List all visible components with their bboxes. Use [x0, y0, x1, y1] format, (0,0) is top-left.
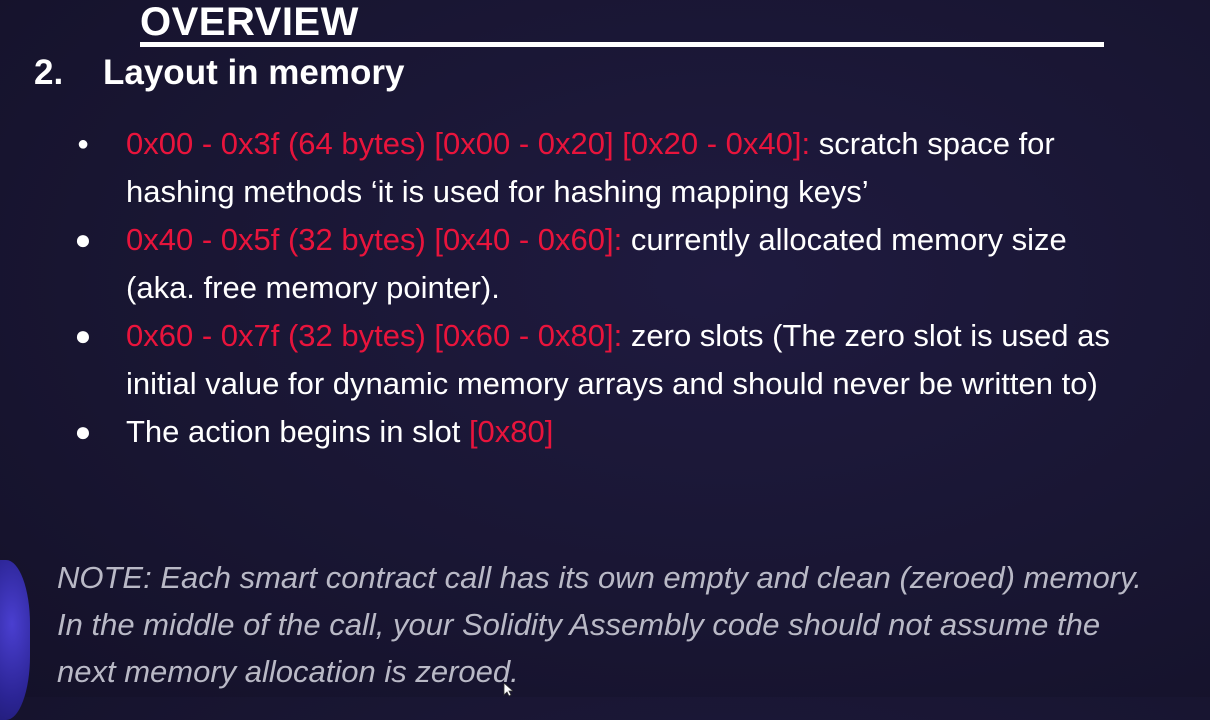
bullet-text: The action begins in slot — [126, 414, 469, 449]
bullet-item-action-begins: ● The action begins in slot [0x80] — [0, 408, 1136, 456]
bullet-highlight: 0x00 - 0x3f (64 bytes) [0x00 - 0x20] [0x… — [126, 126, 811, 161]
bullet-item-scratch-space: ● 0x00 - 0x3f (64 bytes) [0x00 - 0x20] [… — [0, 120, 1136, 216]
bullet-dot-icon: ● — [76, 133, 90, 155]
section-number: 2. — [34, 53, 64, 92]
bullet-item-free-memory-pointer: ● 0x40 - 0x5f (32 bytes) [0x40 - 0x60]: … — [0, 216, 1136, 312]
bullet-dot-icon: ● — [74, 320, 92, 351]
section-heading: 2. Layout in memory — [34, 52, 404, 94]
bullet-highlight: [0x80] — [468, 414, 554, 449]
bullet-dot-icon: ● — [74, 224, 92, 255]
bullet-highlight: 0x60 - 0x7f (32 bytes) [0x60 - 0x80]: — [126, 318, 623, 353]
title-underline — [140, 42, 1104, 47]
note-text: NOTE: Each smart contract call has its o… — [57, 560, 1142, 689]
decorative-orb — [0, 560, 30, 720]
slide-title: OVERVIEW — [140, 0, 359, 44]
mouse-pointer-icon — [503, 683, 513, 697]
bullet-dot-icon: ● — [74, 416, 92, 447]
section-title: Layout in memory — [103, 53, 405, 92]
bullet-highlight: 0x40 - 0x5f (32 bytes) [0x40 - 0x60]: — [126, 222, 623, 257]
bullet-item-zero-slots: ● 0x60 - 0x7f (32 bytes) [0x60 - 0x80]: … — [0, 312, 1136, 408]
bullet-list: ● 0x00 - 0x3f (64 bytes) [0x00 - 0x20] [… — [0, 120, 1210, 456]
